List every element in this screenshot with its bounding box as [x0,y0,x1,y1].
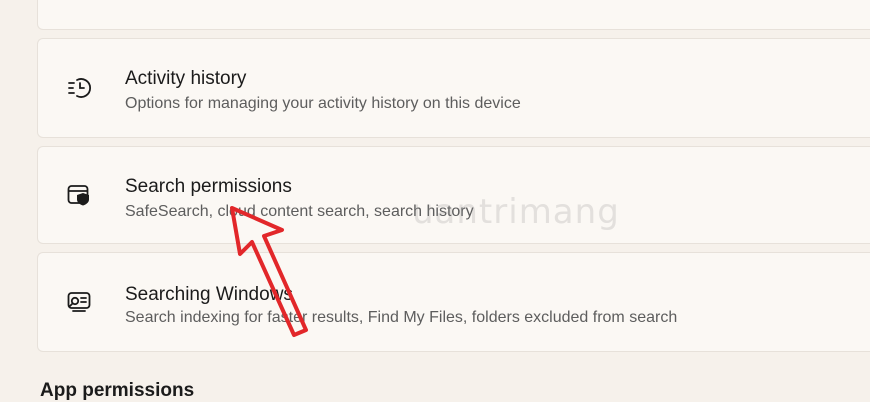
settings-card-searching-windows[interactable]: Searching Windows Search indexing for fa… [37,252,870,352]
searching-windows-icon [65,288,93,316]
card-title: Search permissions [125,176,292,197]
card-subtitle: Options for managing your activity histo… [125,95,521,112]
watermark: uantrimang [412,192,620,232]
card-title: Searching Windows [125,284,293,305]
card-title: Activity history [125,68,247,89]
settings-card-activity-history[interactable]: Activity history Options for managing yo… [37,38,870,138]
activity-history-icon [65,74,93,102]
settings-card-top-partial[interactable] [37,0,870,30]
search-permissions-icon [65,181,93,209]
card-subtitle: Search indexing for faster results, Find… [125,309,678,326]
section-heading-app-permissions: App permissions [40,380,195,401]
